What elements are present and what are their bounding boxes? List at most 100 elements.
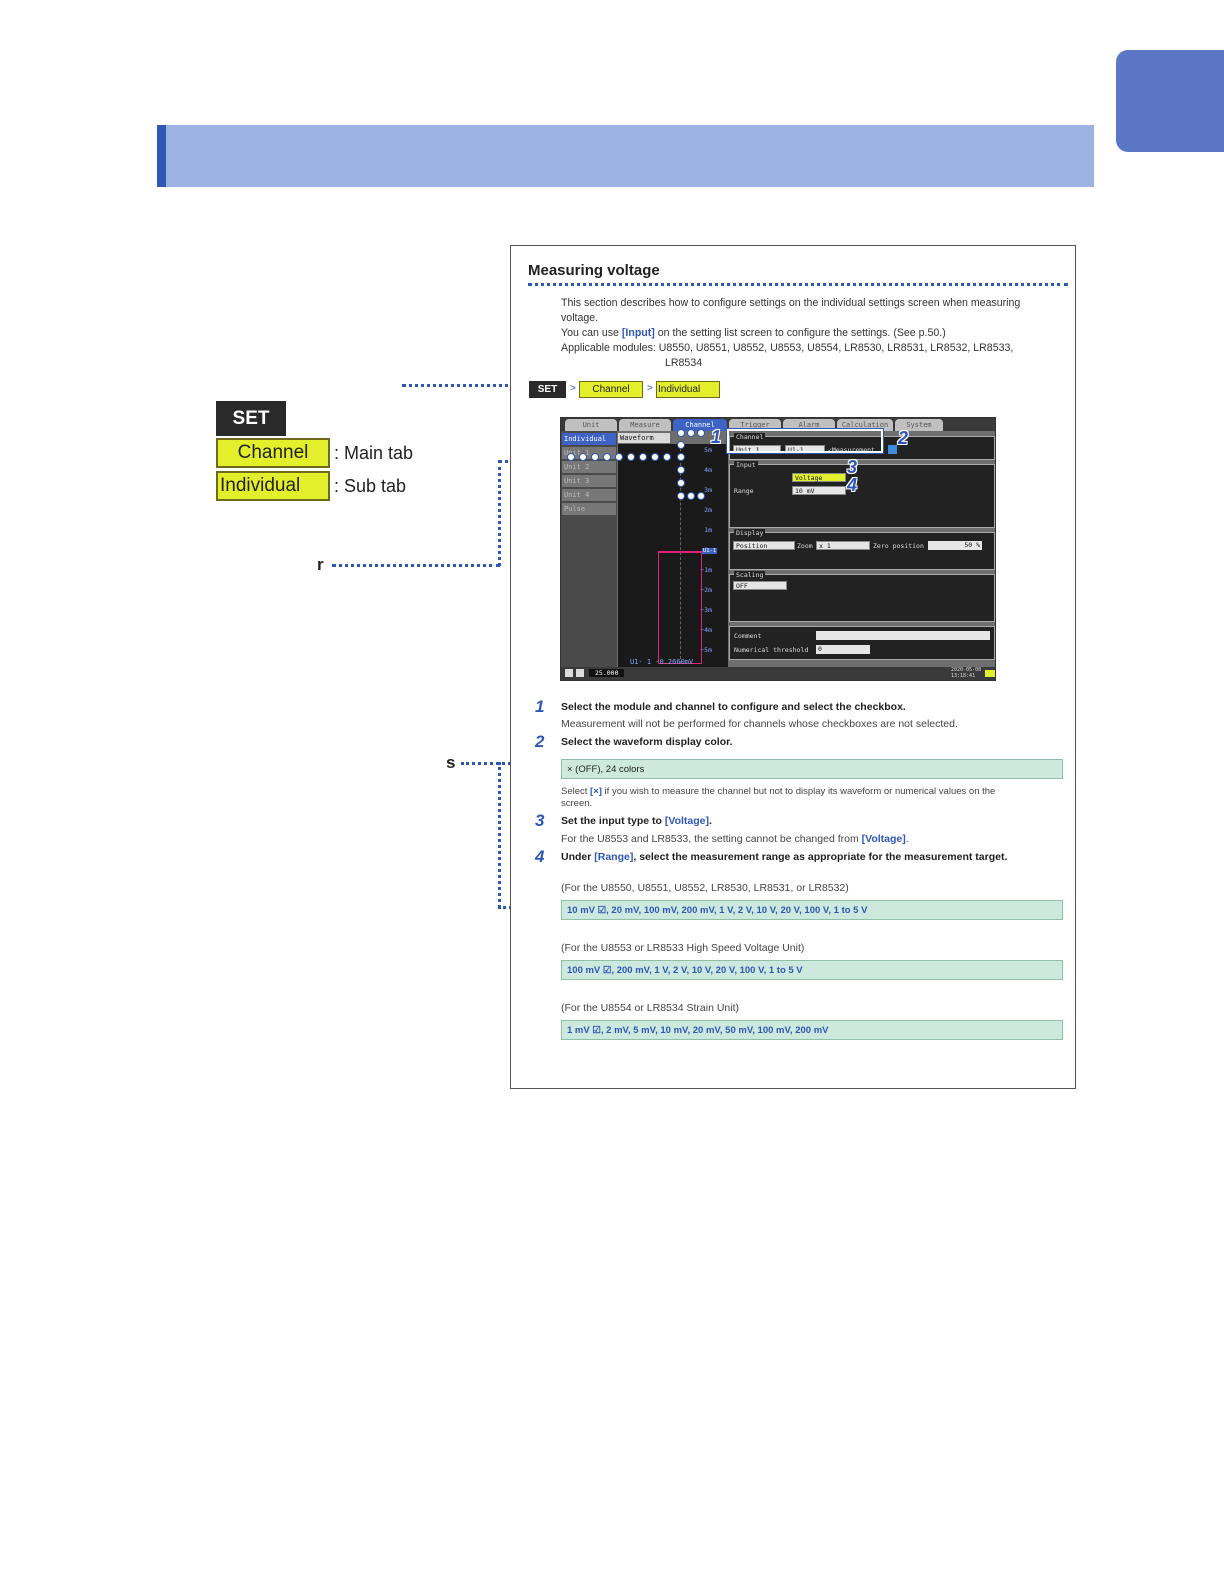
status-bar: 25.000 2020-05-08 13:18:41 [561,667,995,680]
subtab-unit-2[interactable]: Unit 2 [562,461,616,473]
zoom-select[interactable]: x 1 [816,541,870,550]
step-2-number: 2 [535,732,545,751]
section-header-band [157,125,1094,187]
legend-main-tab-text: : Main tab [334,443,414,463]
callout-dot [627,453,635,461]
callout-dot [687,492,695,500]
y-tick: 2m [704,506,712,514]
step-4-text: Under [Range], select the measurement ra… [561,851,1008,863]
color-options-box: × (OFF), 24 colors [561,759,1063,779]
path-channel-chip: Channel [579,381,643,398]
legend-set-key: SET [216,401,286,436]
title-rule [528,283,1068,286]
step-1-number: 1 [535,697,545,716]
leader-line-r [332,564,500,567]
y-tick: −4m [700,626,712,634]
modules-line-1: Applicable modules: U8550, U8551, U8552,… [561,342,1014,354]
callout-dot [663,453,671,461]
callout-dot [567,453,575,461]
callout-dot [579,453,587,461]
path-individual-chip: Individual [656,381,720,398]
channel-marker: U1-1 [702,548,718,554]
chapter-tab [1116,50,1224,152]
zero-position-label: Zero position [873,542,924,550]
legend-sub-tab-chip: Individual [216,471,330,501]
y-tick: 1m [704,526,712,534]
step-1-note: Measurement will not be performed for ch… [561,718,958,730]
path-separator: > [570,383,576,394]
intro-line-1: This section describes how to configure … [561,297,1021,309]
y-tick: −5m [700,646,712,654]
callout-dot [591,453,599,461]
comment-field[interactable] [816,631,990,640]
callout-dot [677,479,685,487]
leader-line-vertical-2 [498,762,501,908]
subtab-unit-3[interactable]: Unit 3 [562,475,616,487]
range-select[interactable]: 10 mV [792,486,846,495]
cursor-readout: U1- 1 -0.2660mV [630,658,694,666]
leader-line-vertical-1 [498,460,501,566]
side-letter-r: r [317,555,324,574]
y-tick: 3m [704,486,712,494]
scaling-select[interactable]: OFF [733,581,787,590]
callout-dot [697,429,705,437]
page-title: Measuring voltage [528,262,660,279]
callout-dot [677,466,685,474]
threshold-label: Numerical threshold [734,646,809,654]
callout-dot [697,492,705,500]
subtab-individual[interactable]: Individual [562,433,616,445]
input-panel: Input Voltage Range 10 mV [729,461,995,528]
display-panel-title: Display [734,529,766,537]
comment-label: Comment [734,632,762,640]
zero-position-field[interactable]: 50 % [928,541,982,550]
side-letter-s: s [446,753,456,772]
modules-line-2: LR8534 [665,357,703,369]
range-caption: (For the U8554 or LR8534 Strain Unit) [561,1002,740,1014]
tab-unit[interactable]: Unit [565,419,617,431]
step-3-text: Set the input type to [Voltage]. [561,815,712,827]
threshold-field[interactable]: 0 [816,645,870,654]
intro-line-2: voltage. [561,312,599,324]
range-caption: (For the U8550, U8551, U8552, LR8530, LR… [561,882,849,894]
subtab-pulse[interactable]: Pulse [562,503,616,515]
input-link[interactable]: [Input] [622,327,655,339]
path-set-key: SET [529,381,566,398]
waveform-range-box [658,552,702,664]
color-note: Select [×] if you wish to measure the ch… [561,786,996,809]
callout-dot [615,453,623,461]
power-icon [985,670,995,677]
step-1-text: Select the module and channel to configu… [561,701,906,713]
callout-dot [639,453,647,461]
path-separator: > [647,383,653,394]
zoom-label: Zoom [797,542,813,550]
subtab-unit-4[interactable]: Unit 4 [562,489,616,501]
y-tick: −1m [700,566,712,574]
waveform-color-swatch[interactable] [888,445,897,454]
callout-dot [603,453,611,461]
callout-1: 1 [711,427,722,447]
callout-dot [677,492,685,500]
step-3-number: 3 [535,811,545,830]
sub-tab-nav: Individual Unit 1 Unit 2 Unit 3 Unit 4 P… [561,431,617,669]
instrument-screen: Unit Measure Channel Trigger Alarm Calcu… [560,417,996,681]
save-icon [565,669,573,677]
legend-main-tab-chip: Channel [216,438,330,468]
callout-dot [687,429,695,437]
callout-dot [677,441,685,449]
scaling-panel-title: Scaling [734,571,766,579]
display-panel: Display Position Zoom x 1 Zero position … [729,529,995,570]
y-tick: −3m [700,606,712,614]
range-caption: (For the U8553 or LR8533 High Speed Volt… [561,942,805,954]
status-value: 25.000 [589,669,625,677]
tab-measure[interactable]: Measure [619,419,671,431]
range-values-box: 100 mV ☑, 200 mV, 1 V, 2 V, 10 V, 20 V, … [561,960,1063,980]
display-mode-select[interactable]: Position [733,541,795,550]
y-tick: −2m [700,586,712,594]
y-tick: 4m [704,466,712,474]
waveform-label: Waveform [618,433,670,443]
callout-dot [651,453,659,461]
waveform-trace [658,551,702,553]
intro-line-3: You can use [Input] on the setting list … [561,327,946,339]
input-type-select[interactable]: Voltage [792,473,846,482]
legend-sub-tab-text: : Sub tab [334,476,407,496]
